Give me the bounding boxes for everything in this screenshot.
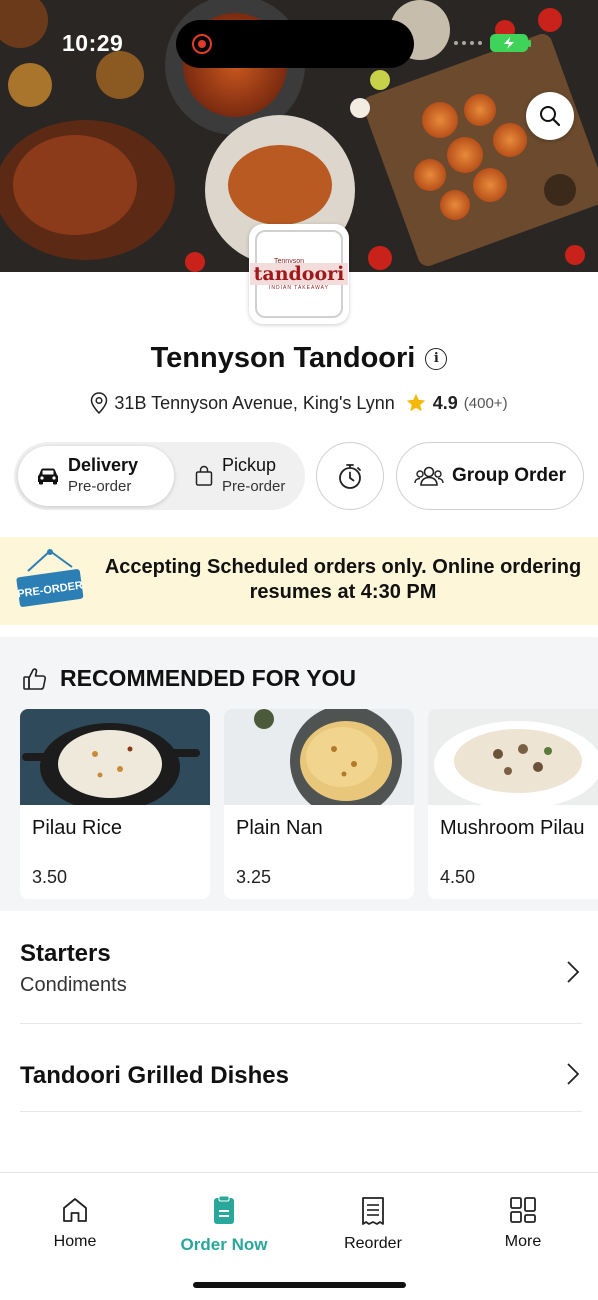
home-icon — [63, 1198, 87, 1222]
restaurant-name: Tennyson Tandoori — [150, 342, 416, 374]
chevron-right-icon — [567, 961, 580, 983]
logo-tagline: INDIAN TAKEAWAY — [269, 284, 329, 291]
spacer — [0, 625, 598, 637]
recommended-title-row: RECOMMENDED FOR YOU — [22, 665, 356, 692]
rating-count: (400+) — [463, 394, 508, 412]
logo-name: tandoori — [249, 262, 349, 285]
chevron-right-icon — [567, 1063, 580, 1085]
banner-message: Accepting Scheduled orders only. Online … — [104, 556, 582, 603]
order-type-toggle: Delivery Pre-order Pickup Pre-order — [14, 442, 305, 510]
recommended-item-pilau-rice[interactable]: Pilau Rice 3.50 — [20, 709, 210, 899]
nav-home-label: Home — [53, 1233, 97, 1250]
restaurant-logo: Tennyson tandoori INDIAN TAKEAWAY — [249, 224, 349, 324]
menu-category-tandoori-grilled[interactable]: Tandoori Grilled Dishes — [20, 1062, 582, 1112]
item-price: 4.50 — [440, 867, 476, 887]
category-name: Starters — [20, 940, 111, 967]
home-indicator — [193, 1282, 406, 1288]
info-icon[interactable]: i — [425, 347, 448, 370]
group-order-label: Group Order — [451, 465, 566, 486]
delivery-label: Delivery — [68, 455, 139, 475]
stopwatch-icon — [339, 464, 361, 489]
recording-indicator-icon — [192, 34, 212, 54]
search-button[interactable] — [526, 92, 574, 140]
pickup-sub: Pre-order — [222, 478, 286, 495]
pickup-label: Pickup — [222, 455, 277, 475]
delivery-option[interactable]: Delivery Pre-order — [18, 446, 174, 506]
recommended-section: RECOMMENDED FOR YOU Pilau Rice 3.50 Plai… — [0, 637, 598, 911]
rating-value: 4.9 — [432, 392, 458, 413]
group-icon — [414, 466, 444, 486]
item-price: 3.50 — [32, 867, 68, 887]
category-name: Tandoori Grilled Dishes — [20, 1062, 289, 1089]
nav-reorder[interactable]: Reorder — [313, 1195, 433, 1253]
item-price: 3.25 — [236, 867, 272, 887]
mushroom-pilau-image — [428, 709, 598, 805]
status-right — [454, 34, 531, 52]
nav-more[interactable]: More — [463, 1195, 583, 1251]
bottom-nav: Home Order Now Reorder More — [0, 1172, 598, 1300]
preorder-banner: PRE-ORDER Accepting Scheduled orders onl… — [0, 537, 598, 625]
restaurant-address[interactable]: 31B Tennyson Avenue, King's Lynn — [114, 393, 394, 414]
nav-reorder-label: Reorder — [344, 1235, 402, 1252]
receipt-icon — [362, 1197, 384, 1225]
address-row: 31B Tennyson Avenue, King's Lynn 4.9 (40… — [0, 392, 598, 414]
nav-more-label: More — [504, 1233, 542, 1250]
schedule-button[interactable] — [316, 442, 384, 510]
nav-home[interactable]: Home — [15, 1195, 135, 1251]
preorder-sign-icon: PRE-ORDER — [16, 549, 84, 607]
star-icon — [406, 393, 425, 412]
recommended-item-plain-nan[interactable]: Plain Nan 3.25 — [224, 709, 414, 899]
battery-icon — [490, 34, 531, 52]
item-name: Mushroom Pilau — [440, 817, 585, 839]
recommended-cards: Pilau Rice 3.50 Plain Nan 3.25 Mushroom … — [20, 709, 598, 899]
grid-icon — [510, 1197, 536, 1223]
shopping-bag-icon — [195, 465, 213, 486]
search-icon — [540, 106, 561, 127]
recommended-item-mushroom-pilau[interactable]: Mushroom Pilau 4.50 — [428, 709, 598, 899]
status-time: 10:29 — [62, 30, 124, 56]
group-order-button[interactable]: Group Order — [396, 442, 584, 510]
signal-icon — [454, 41, 482, 45]
pilau-rice-image — [20, 709, 210, 805]
location-pin-icon — [91, 392, 108, 414]
nav-order-now-label: Order Now — [180, 1235, 268, 1254]
thumbs-up-icon — [23, 667, 47, 690]
recommended-title: RECOMMENDED FOR YOU — [60, 665, 357, 691]
item-name: Plain Nan — [236, 817, 323, 839]
dynamic-island — [176, 20, 414, 68]
car-icon — [38, 468, 58, 485]
order-icon — [214, 1195, 234, 1224]
delivery-sub: Pre-order — [68, 478, 132, 495]
item-name: Pilau Rice — [32, 817, 123, 839]
restaurant-title-row: Tennyson Tandoori i — [0, 342, 598, 375]
category-subtitle: Condiments — [20, 974, 127, 996]
pickup-option[interactable]: Pickup Pre-order — [176, 446, 301, 506]
plain-nan-image — [224, 709, 414, 805]
menu-category-starters[interactable]: Starters Condiments — [20, 940, 582, 1024]
nav-order-now[interactable]: Order Now — [164, 1195, 284, 1255]
rating[interactable]: 4.9 (400+) — [405, 392, 508, 414]
